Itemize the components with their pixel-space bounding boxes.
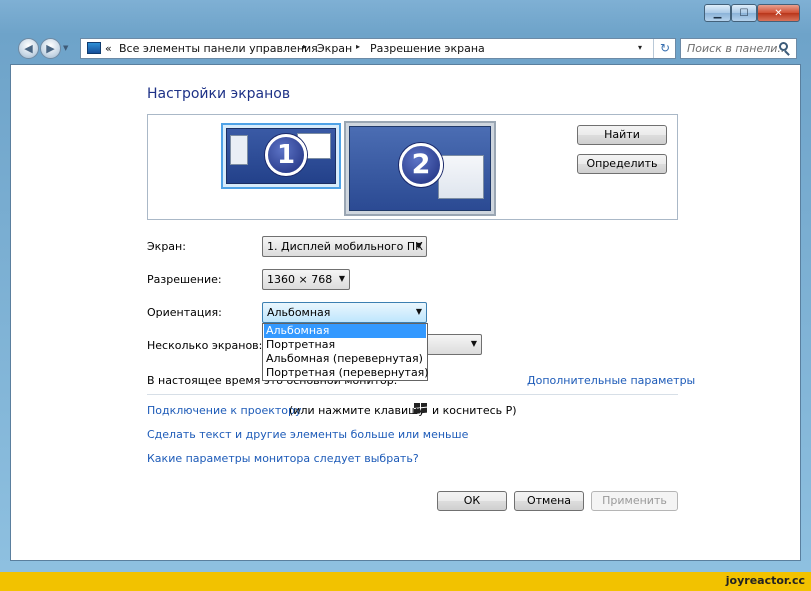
watermark-text: joyreactor.cc [725, 574, 805, 587]
ok-button[interactable]: ОК [437, 491, 507, 511]
orientation-dropdown-list: Альбомная Портретная Альбомная (переверн… [262, 323, 429, 381]
breadcrumb-separator-icon[interactable]: ▸ [303, 42, 307, 51]
display-value: 1. Дисплей мобильного ПК [267, 240, 423, 253]
refresh-button[interactable]: ↻ [653, 39, 676, 58]
orientation-option[interactable]: Альбомная (перевернутая) [264, 352, 426, 366]
maximize-icon: ☐ [739, 8, 749, 19]
back-button[interactable]: ◀ [18, 38, 39, 59]
monitor-1[interactable]: 1 [221, 123, 341, 189]
chevron-down-icon: ▼ [415, 241, 422, 250]
monitor-settings-help-link[interactable]: Какие параметры монитора следует выбрать… [147, 452, 419, 465]
window-thumbnail [230, 135, 248, 165]
display-select[interactable]: 1. Дисплей мобильного ПК ▼ [262, 236, 427, 257]
multiple-displays-label: Несколько экранов: [147, 339, 263, 352]
monitor-2-number: 2 [399, 143, 443, 187]
projector-hint-end: и коснитесь P) [432, 404, 517, 417]
monitor-1-screen: 1 [226, 128, 336, 184]
monitor-2[interactable]: 2 [344, 121, 496, 216]
window-thumbnail [438, 155, 484, 199]
close-icon: ✕ [774, 8, 783, 19]
monitor-1-number: 1 [265, 134, 307, 176]
identify-button[interactable]: Определить [577, 154, 667, 174]
arrow-left-icon: ◀ [24, 42, 33, 55]
recent-pages-dropdown[interactable]: ▼ [63, 44, 71, 52]
breadcrumb-display[interactable]: Экран [317, 42, 352, 55]
divider [147, 394, 678, 395]
breadcrumb-resolution[interactable]: Разрешение экрана [370, 42, 485, 55]
chevron-down-icon: ▼ [415, 307, 422, 316]
breadcrumb-all-items[interactable]: Все элементы панели управления [119, 42, 318, 55]
resolution-label: Разрешение: [147, 273, 222, 286]
refresh-icon: ↻ [659, 41, 671, 55]
search-input[interactable]: Поиск в панели... [687, 42, 788, 55]
monitor-2-screen: 2 [349, 126, 491, 211]
minimize-icon: ▁ [713, 8, 722, 19]
chevron-down-icon: ▼ [470, 339, 477, 348]
control-panel-icon [87, 42, 101, 54]
chevron-down-icon: ▼ [63, 44, 69, 52]
breadcrumb-separator-icon[interactable]: ▸ [356, 42, 360, 51]
forward-button[interactable]: ▶ [40, 38, 61, 59]
close-button[interactable]: ✕ [757, 4, 800, 22]
windows-key-icon [414, 401, 427, 415]
find-button[interactable]: Найти [577, 125, 667, 145]
apply-button[interactable]: Применить [591, 491, 678, 511]
chevron-down-icon: ▼ [338, 274, 345, 283]
orientation-option[interactable]: Альбомная [264, 324, 426, 338]
orientation-value: Альбомная [267, 306, 331, 319]
advanced-settings-link[interactable]: Дополнительные параметры [527, 374, 695, 387]
search-box[interactable]: Поиск в панели... [680, 38, 797, 59]
cancel-button[interactable]: Отмена [514, 491, 584, 511]
resolution-select[interactable]: 1360 × 768 ▼ [262, 269, 350, 290]
search-icon [779, 42, 788, 51]
orientation-option[interactable]: Портретная [264, 338, 426, 352]
arrow-right-icon: ▶ [46, 42, 55, 55]
orientation-label: Ориентация: [147, 306, 222, 319]
address-dropdown-icon[interactable]: ▾ [638, 43, 642, 52]
orientation-option[interactable]: Портретная (перевернутая) [264, 366, 429, 380]
projector-hint-start: (или нажмите клавишу [289, 404, 425, 417]
maximize-button[interactable]: ☐ [731, 4, 757, 22]
minimize-button[interactable]: ▁ [704, 4, 731, 22]
orientation-select[interactable]: Альбомная ▼ [262, 302, 427, 323]
projector-link[interactable]: Подключение к проектору [147, 404, 302, 417]
text-size-link[interactable]: Сделать текст и другие элементы больше и… [147, 428, 468, 441]
display-label: Экран: [147, 240, 186, 253]
breadcrumb-overflow[interactable]: « [105, 42, 112, 55]
page-title: Настройки экранов [147, 86, 291, 102]
address-bar[interactable]: « Все элементы панели управления ▸ Экран… [80, 38, 676, 59]
watermark-strip: joyreactor.cc [0, 572, 811, 591]
resolution-value: 1360 × 768 [267, 273, 333, 286]
